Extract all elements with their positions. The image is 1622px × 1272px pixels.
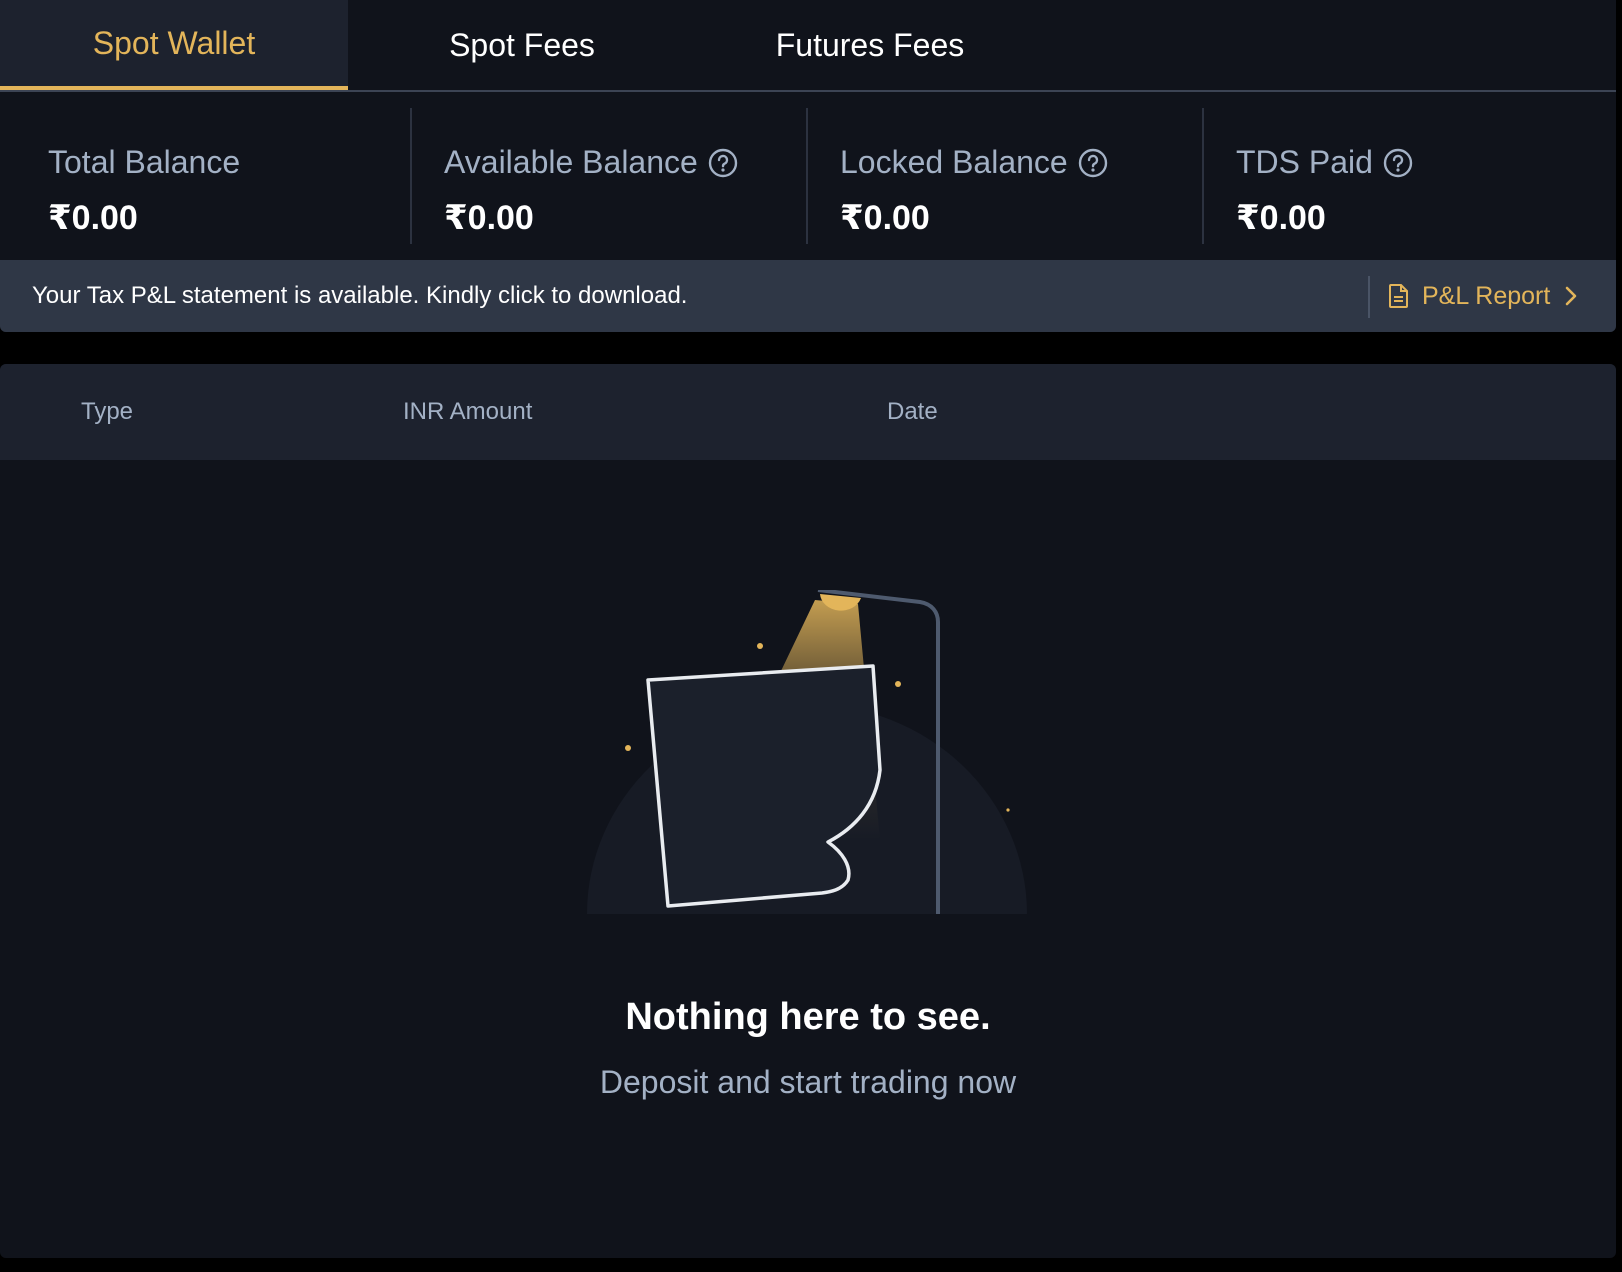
locked-balance-value: ₹0.00 (840, 199, 930, 237)
tds-paid-label: TDS Paid (1236, 144, 1413, 181)
column-header-date: Date (887, 398, 938, 425)
wallet-tabs: Spot Wallet Spot Fees Futures Fees (0, 0, 1616, 92)
tab-spot-wallet[interactable]: Spot Wallet (0, 0, 348, 90)
balance-summary: Total Balance ₹0.00 Available Balance ₹0… (0, 92, 1616, 260)
lamp-and-paper-illustration (587, 590, 1027, 914)
document-icon (1389, 284, 1408, 308)
tds-paid-block: TDS Paid ₹0.00 (1188, 108, 1616, 244)
help-circle-icon[interactable] (1383, 148, 1413, 178)
total-balance-label: Total Balance (48, 144, 240, 181)
balance-title-text: TDS Paid (1236, 144, 1373, 180)
banner-message: Your Tax P&L statement is available. Kin… (32, 282, 688, 309)
empty-state-subtitle: Deposit and start trading now (599, 1064, 1017, 1100)
locked-balance-label: Locked Balance (840, 144, 1108, 181)
table-header: Type INR Amount Date (0, 364, 1616, 460)
tab-spot-fees[interactable]: Spot Fees (348, 0, 696, 90)
empty-state-title: Nothing here to see. (625, 996, 991, 1038)
help-circle-icon[interactable] (1078, 148, 1108, 178)
chevron-right-icon (1566, 286, 1577, 306)
tab-label: Spot Wallet (92, 24, 256, 61)
balance-title-text: Locked Balance (840, 144, 1068, 180)
balance-title-text: Available Balance (444, 144, 698, 180)
available-balance-block: Available Balance ₹0.00 (396, 108, 792, 244)
balance-title-text: Total Balance (48, 144, 241, 180)
available-balance-label: Available Balance (444, 144, 738, 181)
pnl-report-label: P&L Report (1422, 281, 1551, 310)
total-balance-block: Total Balance ₹0.00 (0, 108, 411, 244)
locked-balance-block: Locked Balance ₹0.00 (792, 108, 1188, 244)
pnl-report-button[interactable]: P&L Report (1388, 274, 1588, 318)
column-header-type: Type (81, 398, 134, 425)
tds-paid-value: ₹0.00 (1236, 199, 1326, 237)
tab-label: Spot Fees (449, 26, 595, 63)
available-balance-value: ₹0.00 (444, 199, 534, 237)
tab-futures-fees[interactable]: Futures Fees (696, 0, 1044, 90)
column-header-inr-amount: INR Amount (403, 398, 533, 425)
tax-pnl-banner[interactable]: Your Tax P&L statement is available. Kin… (0, 260, 1616, 332)
wallet-summary-card: Spot Wallet Spot Fees Futures Fees Total… (0, 0, 1616, 332)
banner-divider (1368, 276, 1370, 318)
help-circle-icon[interactable] (708, 148, 738, 178)
total-balance-value: ₹0.00 (48, 199, 138, 237)
transactions-table: Type INR Amount Date Nothing here to see… (0, 364, 1616, 1258)
tab-label: Futures Fees (775, 26, 965, 63)
